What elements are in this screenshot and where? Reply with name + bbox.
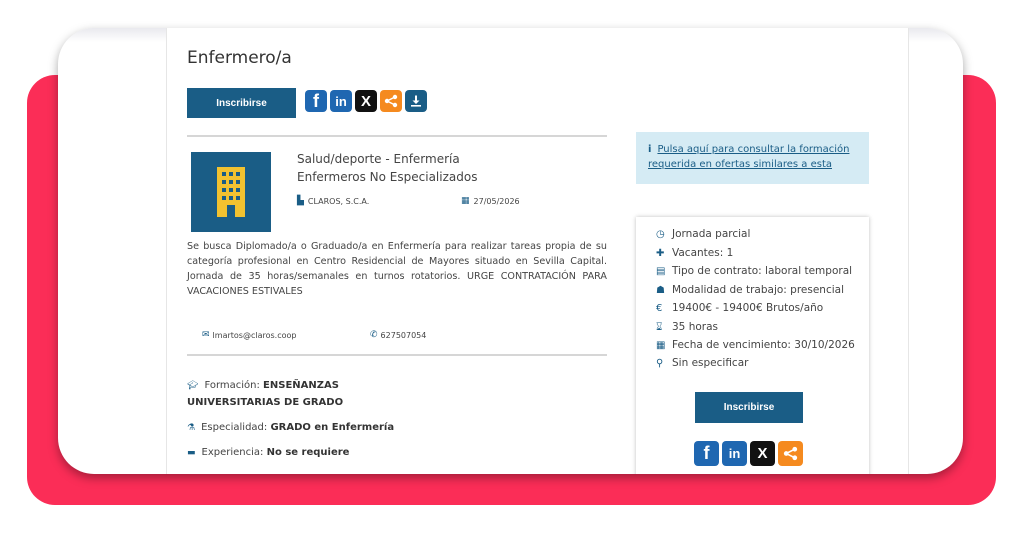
linkedin-icon[interactable]: in — [722, 441, 747, 466]
info-icon: i — [648, 144, 652, 155]
file-icon: ▤ — [656, 265, 666, 277]
summary-horas: ⌛︎ 35 horas — [656, 321, 718, 333]
date-meta: ▦ 27/05/2026 — [461, 196, 520, 206]
euro-icon: € — [656, 302, 663, 314]
share-bar-top: f in X — [305, 90, 427, 112]
building-icon: ▙ — [297, 196, 304, 206]
phone-text[interactable]: 627507054 — [381, 331, 427, 340]
divider — [187, 354, 607, 356]
share-icon[interactable] — [380, 90, 402, 112]
calendar-icon: ▦ — [461, 196, 470, 206]
screenshot-card: Enfermero/a Inscribirse f in X Salud/dep… — [58, 28, 963, 474]
requirement-formacion-cont: UNIVERSITARIAS DE GRADO — [187, 397, 344, 408]
apply-button-side[interactable]: Inscribirse — [695, 392, 803, 423]
x-icon[interactable]: X — [750, 441, 775, 466]
company-name: CLAROS, S.C.A. — [307, 196, 370, 206]
facebook-icon[interactable]: f — [694, 441, 719, 466]
envelope-icon: ✉ — [202, 330, 210, 340]
x-icon[interactable]: X — [355, 90, 377, 112]
download-icon[interactable] — [405, 90, 427, 112]
clock-icon: ◷ — [656, 228, 665, 240]
email-text[interactable]: lmartos@claros.coop — [213, 331, 297, 340]
job-subcategory: Enfermeros No Especializados — [297, 170, 478, 184]
summary-vacantes: ✚ Vacantes: 1 — [656, 247, 734, 259]
map-marker-icon: ⚲ — [656, 357, 664, 369]
requirement-formacion: 🎓︎ Formación: ENSEÑANZAS — [187, 380, 339, 391]
divider — [187, 135, 607, 137]
graduation-cap-icon: 🎓︎ — [187, 381, 199, 391]
apply-button[interactable]: Inscribirse — [187, 88, 296, 118]
company-logo — [191, 152, 271, 232]
summary-salario: €19400€ - 19400€ Brutos/año — [656, 302, 824, 314]
calendar-icon: ▦ — [656, 339, 666, 351]
requirement-especialidad: ⚗ Especialidad: GRADO en Enfermería — [187, 422, 395, 433]
requirement-experiencia: ▬ Experiencia: No se requiere — [187, 447, 350, 458]
summary-jornada: ◷ Jornada parcial — [656, 228, 751, 240]
job-summary-card: ◷ Jornada parcial ✚ Vacantes: 1 ▤ Tipo de c… — [636, 217, 869, 474]
hourglass-icon: ⌛︎ — [656, 321, 663, 333]
users-icon: ✚ — [656, 247, 665, 259]
linkedin-icon[interactable]: in — [330, 90, 352, 112]
summary-ubicacion: ⚲ Sin especificar — [656, 357, 749, 369]
training-info-box: i Pulsa aquí para consultar la formación … — [636, 132, 869, 184]
group-icon: ☗ — [656, 284, 665, 296]
page-title: Enfermero/a — [187, 48, 292, 68]
job-description: Se busca Diplomado/a o Graduado/a en Enf… — [187, 241, 607, 297]
company-meta: ▙ CLAROS, S.C.A. — [297, 196, 369, 206]
summary-contrato: ▤ Tipo de contrato: laboral temporal — [656, 265, 853, 277]
summary-vencimiento: ▦ Fecha de vencimiento: 30/10/2026 — [656, 339, 855, 351]
summary-modalidad: ☗ Modalidad de trabajo: presencial — [656, 284, 845, 296]
training-info-link[interactable]: Pulsa aquí para consultar la formación — [657, 144, 849, 155]
training-info-link-cont[interactable]: requerida en ofertas similares a esta — [648, 159, 832, 170]
briefcase-icon: ▬ — [187, 448, 196, 458]
contact-phone[interactable]: ✆ 627507054 — [370, 330, 426, 340]
share-bar-bottom: f in X — [694, 441, 803, 466]
job-offer-page: Enfermero/a Inscribirse f in X Salud/dep… — [166, 28, 909, 474]
flask-icon: ⚗ — [187, 423, 196, 433]
stage: Enfermero/a Inscribirse f in X Salud/dep… — [0, 0, 1024, 536]
phone-icon: ✆ — [370, 330, 378, 340]
publish-date: 27/05/2026 — [473, 196, 520, 206]
facebook-icon[interactable]: f — [305, 90, 327, 112]
contact-email[interactable]: ✉ lmartos@claros.coop — [202, 330, 296, 340]
share-icon[interactable] — [778, 441, 803, 466]
building-icon — [217, 167, 245, 217]
job-category: Salud/deporte - Enfermería — [297, 152, 460, 166]
